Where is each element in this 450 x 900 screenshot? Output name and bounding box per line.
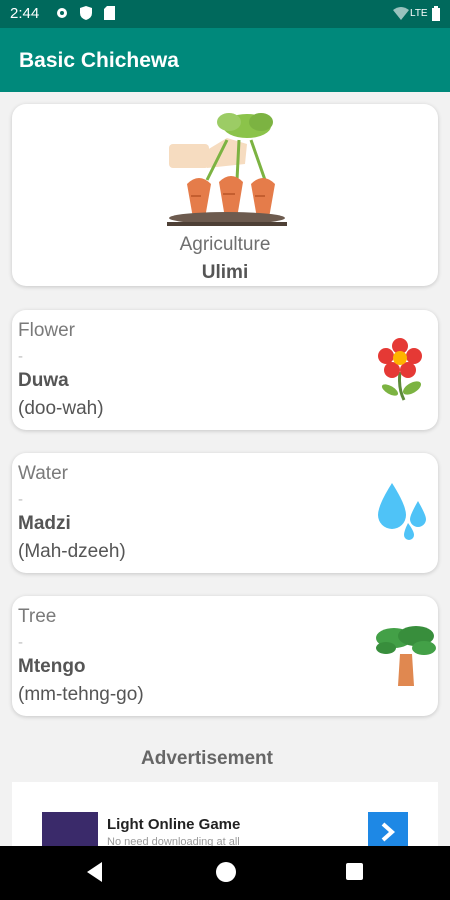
separator-dash: - — [18, 634, 23, 651]
english-word: Water — [18, 463, 68, 484]
ad-thumbnail — [42, 812, 98, 846]
chichewa-word: Madzi — [18, 513, 71, 534]
recents-icon[interactable] — [343, 859, 365, 890]
category-card[interactable]: Agriculture Ulimi — [12, 104, 438, 286]
pronunciation: (doo-wah) — [18, 398, 104, 419]
advertisement-heading: Advertisement — [141, 748, 273, 769]
battery-icon — [432, 6, 440, 26]
separator-dash: - — [18, 491, 23, 508]
pronunciation: (mm-tehng-go) — [18, 684, 144, 705]
word-card-flower[interactable]: Flower - Duwa (doo-wah) — [12, 310, 438, 430]
english-word: Tree — [18, 606, 57, 627]
status-bar: 2:44 LTE — [0, 0, 450, 28]
settings-icon — [55, 6, 69, 25]
back-icon[interactable] — [84, 859, 106, 890]
shield-icon — [80, 6, 92, 25]
status-time: 2:44 — [10, 5, 40, 22]
ad-title: Light Online Game — [107, 816, 241, 833]
advertisement-banner[interactable]: Light Online Game No need downloading at… — [12, 782, 438, 852]
english-word: Flower — [18, 320, 76, 341]
navigation-bar — [0, 846, 450, 900]
category-label: Agriculture — [179, 234, 271, 255]
app-title: Basic Chichewa — [19, 49, 179, 72]
flower-icon — [376, 338, 428, 407]
pronunciation: (Mah-dzeeh) — [18, 541, 126, 562]
network-type: LTE — [410, 8, 428, 19]
app-bar: Basic Chichewa — [0, 28, 450, 92]
carrots-harvest-icon — [167, 110, 287, 231]
water-drops-icon — [376, 481, 430, 548]
home-icon[interactable] — [214, 859, 238, 890]
word-card-tree[interactable]: Tree - Mtengo (mm-tehng-go) — [12, 596, 438, 716]
category-translation: Ulimi — [201, 262, 249, 283]
chichewa-word: Mtengo — [18, 656, 86, 677]
tree-icon — [376, 624, 436, 691]
chichewa-word: Duwa — [18, 370, 69, 391]
sd-card-icon — [104, 6, 115, 25]
separator-dash: - — [18, 348, 23, 365]
wifi-icon — [393, 6, 409, 25]
word-card-water[interactable]: Water - Madzi (Mah-dzeeh) — [12, 453, 438, 573]
